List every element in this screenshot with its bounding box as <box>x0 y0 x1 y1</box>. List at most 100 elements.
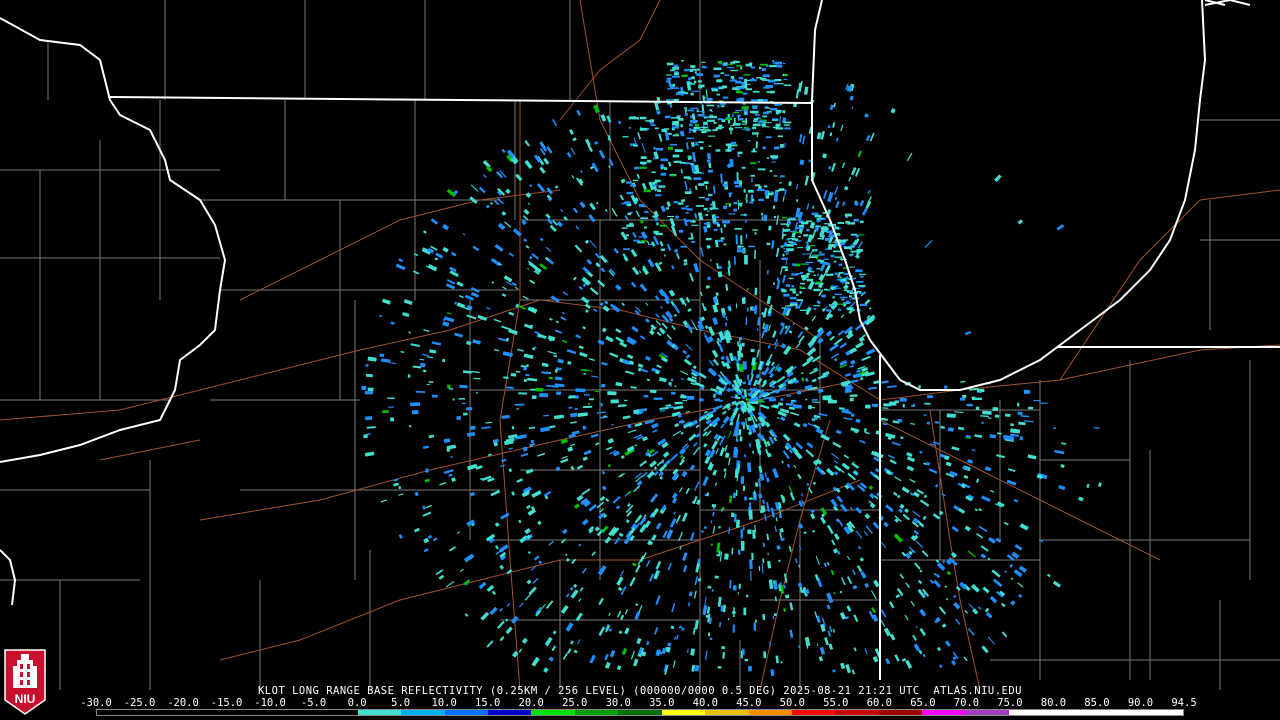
echo-cell <box>717 665 722 669</box>
echo-cell <box>653 157 656 160</box>
echo-cell <box>849 394 858 397</box>
echo-cell <box>703 222 711 225</box>
echo-cell <box>753 118 759 121</box>
echo-cell <box>740 529 743 539</box>
echo-cell <box>833 260 837 263</box>
echo-cell <box>796 299 804 301</box>
colorbar-tick-label: 85.0 <box>1084 697 1110 709</box>
echo-cell <box>691 68 700 71</box>
echo-cell <box>790 301 798 304</box>
echo-cell <box>452 398 455 401</box>
echo-cell <box>751 552 754 561</box>
echo-cell <box>727 617 730 621</box>
echo-cell <box>791 285 795 288</box>
echo-cell <box>833 287 841 289</box>
echo-cell <box>710 110 714 112</box>
echo-cell <box>654 127 659 130</box>
echo-cell <box>644 226 647 229</box>
echo-cell <box>691 76 695 80</box>
echo-cell <box>732 113 734 117</box>
echo-cell <box>703 181 709 184</box>
echo-cell <box>684 219 692 222</box>
echo-cell <box>800 282 806 285</box>
echo-cell <box>728 213 736 215</box>
echo-cell <box>730 144 738 147</box>
echo-cell <box>982 410 992 415</box>
colorbar-tick-label: 0.0 <box>347 697 367 709</box>
echo-cell <box>821 294 826 298</box>
echo-cell <box>621 227 628 229</box>
echo-cell <box>690 163 694 165</box>
echo-cell <box>828 244 836 247</box>
echo-cell <box>834 293 843 295</box>
echo-cell <box>679 229 684 233</box>
echo-cell <box>690 220 696 223</box>
echo-cell <box>808 405 812 410</box>
echo-cell <box>761 212 764 216</box>
echo-cell <box>634 166 640 170</box>
echo-cell <box>742 485 745 491</box>
echo-cell <box>744 111 747 115</box>
echo-cell <box>456 416 462 420</box>
echo-cell <box>815 249 818 251</box>
echo-cell <box>838 303 845 305</box>
echo-cell <box>975 406 980 410</box>
echo-cell <box>722 205 728 210</box>
colorbar-tick-label: 80.0 <box>1040 697 1067 709</box>
echo-cell <box>708 145 712 147</box>
echo-cell <box>693 177 702 180</box>
echo-cell <box>667 133 672 135</box>
echo-cell <box>763 122 772 124</box>
echo-cell <box>747 462 752 473</box>
echo-cell <box>660 158 668 162</box>
echo-cell <box>799 290 802 294</box>
echo-cell <box>792 290 796 294</box>
colorbar-segment <box>922 710 966 715</box>
echo-cell <box>735 90 743 94</box>
echo-cell <box>382 410 389 414</box>
echo-cell <box>784 74 787 77</box>
echo-cell <box>689 83 695 85</box>
echo-cell <box>736 172 739 182</box>
echo-cell <box>739 249 745 252</box>
echo-cell <box>697 114 705 117</box>
echo-cell <box>1010 423 1014 427</box>
echo-cell <box>813 288 821 292</box>
echo-cell <box>655 194 662 197</box>
echo-cell <box>717 239 724 242</box>
echo-cell <box>784 268 788 271</box>
echo-cell <box>830 304 836 306</box>
echo-cell <box>575 388 586 393</box>
echo-cell <box>363 434 368 439</box>
echo-cell <box>693 172 702 174</box>
colorbar-tick-label: -25.0 <box>123 697 156 709</box>
echo-cell <box>388 406 394 408</box>
echo-cell <box>633 144 638 147</box>
echo-cell <box>809 256 817 258</box>
echo-cell <box>944 385 948 389</box>
echo-cell <box>752 198 755 202</box>
echo-cell <box>729 148 735 150</box>
echo-cell <box>768 79 776 83</box>
echo-cell <box>1039 402 1048 404</box>
echo-cell <box>691 224 699 226</box>
colorbar-tick-label: 75.0 <box>997 697 1023 709</box>
echo-cell <box>1028 406 1034 410</box>
echo-cell <box>824 237 830 241</box>
echo-cell <box>707 159 711 163</box>
colorbar-segment <box>574 710 619 715</box>
echo-cell <box>721 646 726 650</box>
echo-cell <box>426 383 430 386</box>
echo-cell <box>815 225 821 227</box>
echo-cell <box>977 391 982 393</box>
echo-cell <box>732 585 737 591</box>
echo-cell <box>689 123 693 127</box>
echo-cell <box>772 119 779 121</box>
echo-cell <box>722 652 725 659</box>
echo-cell <box>762 146 766 150</box>
echo-cell <box>844 213 852 217</box>
echo-cell <box>697 80 702 83</box>
echo-cell <box>741 123 746 125</box>
echo-cell <box>804 247 808 249</box>
echo-cell <box>778 559 781 563</box>
